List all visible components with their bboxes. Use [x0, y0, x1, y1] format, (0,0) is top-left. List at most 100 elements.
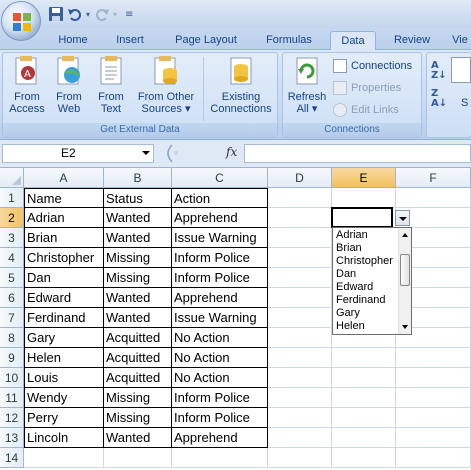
row-header-4[interactable]: 4: [0, 248, 24, 268]
connections-button[interactable]: Connections: [333, 57, 412, 75]
row-header-10[interactable]: 10: [0, 368, 24, 388]
column-header-d[interactable]: D: [268, 168, 332, 188]
cell-a14[interactable]: [24, 448, 104, 468]
row-header-13[interactable]: 13: [0, 428, 24, 448]
row-header-14[interactable]: 14: [0, 448, 24, 468]
cell-a3[interactable]: Brian: [24, 228, 104, 248]
dropdown-scrollbar[interactable]: [398, 228, 411, 334]
cell-d1[interactable]: [268, 188, 332, 208]
cell-d7[interactable]: [268, 308, 332, 328]
cell-c14[interactable]: [172, 448, 268, 468]
from-other-sources-button[interactable]: From Other Sources ▾: [133, 55, 199, 115]
cell-a9[interactable]: Helen: [24, 348, 104, 368]
cell-d10[interactable]: [268, 368, 332, 388]
column-header-b[interactable]: B: [104, 168, 172, 188]
refresh-all-button[interactable]: Refresh All ▾: [285, 55, 329, 115]
active-cell-e2[interactable]: [331, 207, 393, 228]
save-icon[interactable]: [48, 6, 64, 22]
cell-c6[interactable]: Apprehend: [172, 288, 268, 308]
cell-a2[interactable]: Adrian: [24, 208, 104, 228]
cell-c1[interactable]: Action: [172, 188, 268, 208]
cell-d13[interactable]: [268, 428, 332, 448]
cell-b3[interactable]: Wanted: [104, 228, 172, 248]
row-header-3[interactable]: 3: [0, 228, 24, 248]
cell-a7[interactable]: Ferdinand: [24, 308, 104, 328]
select-all-button[interactable]: [0, 168, 24, 188]
name-box[interactable]: E2: [2, 144, 154, 163]
cell-d3[interactable]: [268, 228, 332, 248]
cell-d14[interactable]: [268, 448, 332, 468]
cell-c5[interactable]: Inform Police: [172, 268, 268, 288]
scroll-thumb[interactable]: [400, 254, 410, 286]
cell-c9[interactable]: No Action: [172, 348, 268, 368]
cell-f1[interactable]: [396, 188, 471, 208]
cell-b11[interactable]: Missing: [104, 388, 172, 408]
sort-button-label[interactable]: S: [461, 97, 468, 109]
cell-b12[interactable]: Missing: [104, 408, 172, 428]
from-text-button[interactable]: From Text: [91, 55, 131, 115]
cell-a8[interactable]: Gary: [24, 328, 104, 348]
cell-d2[interactable]: [268, 208, 332, 228]
sort-z-to-a-icon[interactable]: Z A↓: [431, 89, 447, 109]
cell-f9[interactable]: [396, 348, 471, 368]
row-header-1[interactable]: 1: [0, 188, 24, 208]
cell-f10[interactable]: [396, 368, 471, 388]
row-header-11[interactable]: 11: [0, 388, 24, 408]
row-header-12[interactable]: 12: [0, 408, 24, 428]
undo-icon[interactable]: [67, 6, 83, 22]
cell-e10[interactable]: [332, 368, 396, 388]
undo-dropdown-icon[interactable]: ▾: [86, 10, 90, 19]
properties-button[interactable]: Properties: [333, 79, 401, 97]
cell-a4[interactable]: Christopher: [24, 248, 104, 268]
tab-data[interactable]: Data: [330, 31, 376, 50]
cell-d4[interactable]: [268, 248, 332, 268]
tab-formulas[interactable]: Formulas: [258, 31, 320, 50]
row-header-9[interactable]: 9: [0, 348, 24, 368]
cell-c7[interactable]: Issue Warning: [172, 308, 268, 328]
row-header-6[interactable]: 6: [0, 288, 24, 308]
insert-function-icon[interactable]: fx: [226, 145, 237, 159]
cell-c10[interactable]: No Action: [172, 368, 268, 388]
cell-a12[interactable]: Perry: [24, 408, 104, 428]
edit-links-button[interactable]: Edit Links: [333, 101, 399, 119]
cell-c11[interactable]: Inform Police: [172, 388, 268, 408]
cell-f13[interactable]: [396, 428, 471, 448]
cell-d11[interactable]: [268, 388, 332, 408]
scroll-down-icon[interactable]: [402, 325, 408, 329]
cell-c12[interactable]: Inform Police: [172, 408, 268, 428]
row-header-5[interactable]: 5: [0, 268, 24, 288]
from-web-button[interactable]: From Web: [49, 55, 89, 115]
cell-b9[interactable]: Acquitted: [104, 348, 172, 368]
cell-e14[interactable]: [332, 448, 396, 468]
cell-d12[interactable]: [268, 408, 332, 428]
row-header-2[interactable]: 2: [0, 208, 24, 228]
cell-c2[interactable]: Apprehend: [172, 208, 268, 228]
cell-a10[interactable]: Louis: [24, 368, 104, 388]
cell-d6[interactable]: [268, 288, 332, 308]
cell-e1[interactable]: [332, 188, 396, 208]
cell-b10[interactable]: Acquitted: [104, 368, 172, 388]
cell-c4[interactable]: Inform Police: [172, 248, 268, 268]
validation-dropdown-button[interactable]: [395, 210, 410, 226]
cell-c3[interactable]: Issue Warning: [172, 228, 268, 248]
tab-insert[interactable]: Insert: [106, 31, 154, 50]
cell-a5[interactable]: Dan: [24, 268, 104, 288]
sort-icon[interactable]: [451, 57, 471, 83]
redo-icon[interactable]: [94, 6, 110, 22]
tab-home[interactable]: Home: [50, 31, 96, 50]
tab-view[interactable]: Vie: [448, 31, 471, 50]
cell-e12[interactable]: [332, 408, 396, 428]
cell-a13[interactable]: Lincoln: [24, 428, 104, 448]
scroll-up-icon[interactable]: [402, 233, 408, 237]
formula-input[interactable]: [244, 144, 471, 163]
cell-b4[interactable]: Missing: [104, 248, 172, 268]
formula-bar-resize-handle[interactable]: [162, 144, 222, 163]
row-header-8[interactable]: 8: [0, 328, 24, 348]
cell-d8[interactable]: [268, 328, 332, 348]
cell-f12[interactable]: [396, 408, 471, 428]
cell-a6[interactable]: Edward: [24, 288, 104, 308]
tab-page-layout[interactable]: Page Layout: [166, 31, 246, 50]
cell-b7[interactable]: Wanted: [104, 308, 172, 328]
from-access-button[interactable]: A From Access: [7, 55, 47, 115]
column-header-f[interactable]: F: [396, 168, 471, 188]
